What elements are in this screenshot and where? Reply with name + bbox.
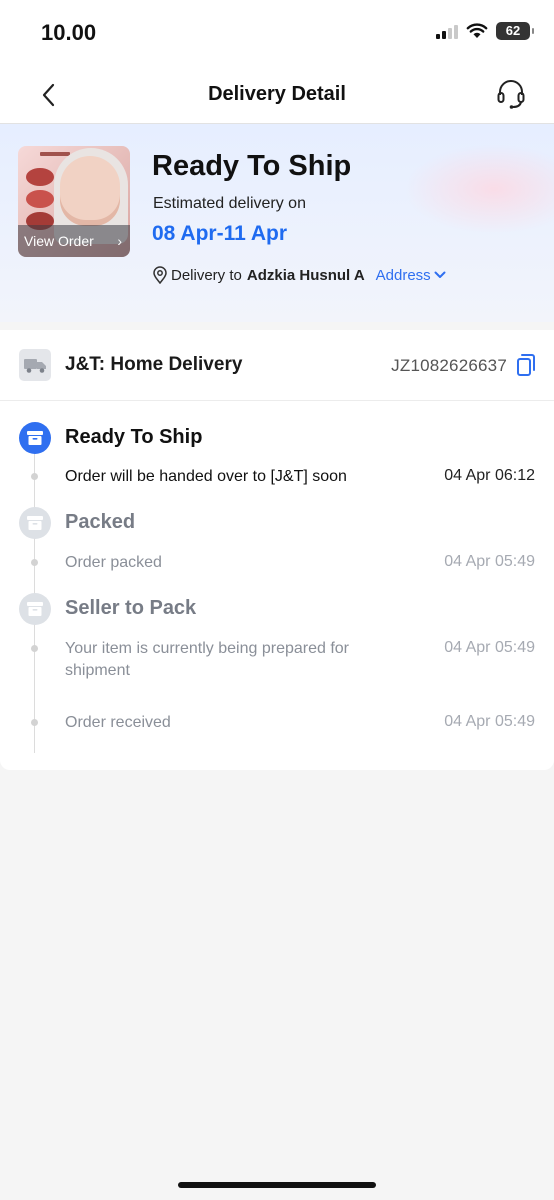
address-dropdown[interactable]: Address xyxy=(376,267,447,284)
timeline-event-time: 04 Apr 05:49 xyxy=(444,639,535,656)
package-box-icon xyxy=(19,593,51,625)
status-time: 10.00 xyxy=(41,20,97,45)
chevron-down-icon xyxy=(434,271,446,278)
timeline-step-title: Packed xyxy=(65,511,136,533)
view-order-button[interactable]: View Order › xyxy=(18,225,130,257)
timeline-event-text: Order packed xyxy=(65,554,162,571)
address-link-label: Address xyxy=(375,266,431,284)
delivery-address-row: Delivery to Adzkia Husnul A Address xyxy=(152,266,447,284)
status-bar: 10.00 62 xyxy=(0,0,554,66)
courier-row: J&T: Home Delivery JZ1082626637 xyxy=(0,330,554,401)
view-order-label: View Order xyxy=(24,233,94,249)
courier-name: J&T: Home Delivery xyxy=(65,354,243,375)
product-image-swatch xyxy=(26,168,54,186)
home-indicator xyxy=(178,1182,376,1188)
timeline-event-text: Your item is currently being prepared fo… xyxy=(65,640,349,679)
wifi-icon xyxy=(466,23,488,38)
copy-icon[interactable] xyxy=(515,353,537,377)
tracking-card: J&T: Home Delivery JZ1082626637 Ready To… xyxy=(0,330,554,770)
status-icons: 62 xyxy=(436,22,534,40)
product-thumbnail[interactable]: View Order › xyxy=(18,146,130,257)
package-box-icon xyxy=(19,507,51,539)
location-pin-icon xyxy=(153,266,167,284)
timeline-event-time: 04 Apr 05:49 xyxy=(444,553,535,570)
delivery-to-label: Delivery to xyxy=(171,266,242,284)
recipient-name: Adzkia Husnul A xyxy=(246,266,365,284)
timeline-event-text: Order will be handed over to [J&T] soon xyxy=(65,468,347,485)
estimated-delivery-label: Estimated delivery on xyxy=(153,195,306,212)
cellular-signal-icon xyxy=(436,23,458,39)
delivery-truck-icon xyxy=(19,349,51,381)
page-title: Delivery Detail xyxy=(208,83,346,105)
delivery-status-banner: View Order › Ready To Ship Estimated del… xyxy=(0,124,554,322)
header-bar: Delivery Detail xyxy=(0,66,554,124)
timeline-dot xyxy=(31,473,38,480)
battery-icon: 62 xyxy=(496,22,534,40)
package-box-icon xyxy=(19,422,51,454)
timeline-event-text: Order received xyxy=(65,714,171,731)
product-image-brand-mark xyxy=(40,152,70,156)
estimated-delivery-date: 08 Apr-11 Apr xyxy=(152,222,287,245)
timeline-event-time: 04 Apr 05:49 xyxy=(444,713,535,730)
delivery-status-title: Ready To Ship xyxy=(152,150,352,182)
timeline-event-time: 04 Apr 06:12 xyxy=(444,467,535,484)
timeline-step-title: Seller to Pack xyxy=(65,597,197,619)
tracking-number: JZ1082626637 xyxy=(391,356,507,375)
customer-service-headset-icon[interactable] xyxy=(496,78,526,110)
timeline-dot xyxy=(31,719,38,726)
timeline-step-title: Ready To Ship xyxy=(65,426,203,448)
product-image-swatch xyxy=(26,190,54,208)
decorative-glow xyxy=(404,144,554,234)
timeline-dot xyxy=(31,645,38,652)
timeline-dot xyxy=(31,559,38,566)
product-image-face xyxy=(60,156,120,226)
chevron-right-icon: › xyxy=(117,233,122,249)
